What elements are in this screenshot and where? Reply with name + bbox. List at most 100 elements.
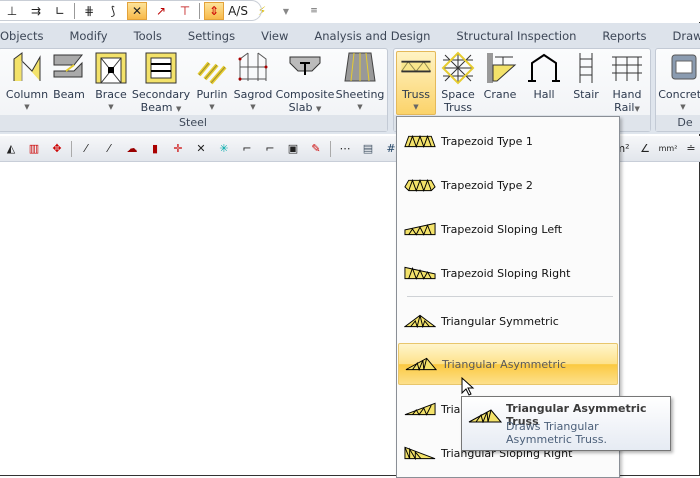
column-section-icon[interactable]: ▥ (25, 140, 43, 158)
menu-item-label: Trapezoid Sloping Right (441, 266, 571, 280)
quick-access-toolbar: ⊥ ⇉ ∟ ⋕ ⟆ ✕ ↗ ⊤ ⇕ A/S ⚡ ▼ ≡ (0, 0, 700, 22)
chevron-down-icon: ▼ (634, 105, 640, 113)
trapezoid-type1-icon (404, 134, 436, 148)
cloud-icon[interactable]: ☁ (123, 140, 141, 158)
concrete-group-label: De (656, 115, 700, 131)
purlin-button[interactable]: Purlin ▼ (193, 51, 231, 114)
menu-item-label: Triangular Symmetric (441, 314, 559, 328)
hall-button[interactable]: Hall (526, 51, 562, 101)
corner-icon[interactable]: ∟ (50, 2, 70, 20)
as-icon[interactable]: A/S (228, 2, 248, 20)
mm2-icon[interactable]: mm² (659, 140, 678, 158)
sagrod-button[interactable]: Sagrod ▼ (233, 51, 273, 114)
chevron-down-icon: ▼ (413, 103, 419, 111)
line-icon[interactable]: ≐ (682, 140, 700, 158)
grid-lock-icon[interactable]: ⋕ (79, 2, 99, 20)
tab-objects[interactable]: Objects (0, 29, 56, 43)
lightning-icon[interactable]: ⚡ (252, 2, 272, 20)
tab-structural-inspection[interactable]: Structural Inspection (443, 29, 589, 43)
ribbon-tabs: Objects Modify Tools Settings View Analy… (0, 23, 700, 48)
concrete-group: Concrete▼ De (655, 48, 700, 132)
dropdown-icon[interactable]: ▼ (276, 2, 296, 20)
stair-button[interactable]: Stair (568, 51, 604, 101)
tab-settings[interactable]: Settings (175, 29, 248, 43)
composite-slab-icon (289, 56, 321, 75)
hand-rail-button[interactable]: Hand Rail▼ (608, 51, 646, 116)
pen-icon[interactable]: ✎ (307, 140, 325, 158)
snap-lock-icon[interactable]: ✕ (127, 2, 147, 20)
tab-view[interactable]: View (248, 29, 301, 43)
triangular-symmetric-icon (404, 314, 436, 328)
secondary-beam-button[interactable]: Secondary Beam ▼ (132, 51, 190, 116)
concrete-icon (671, 54, 697, 80)
concrete-button[interactable]: Concrete▼ (658, 51, 700, 114)
extend-line-icon[interactable]: ⁄ (77, 140, 95, 158)
menu-item-trapezoid-type2[interactable]: Trapezoid Type 2 (398, 164, 618, 206)
column-icon (13, 52, 41, 81)
triangular-asymmetric-icon (405, 357, 437, 371)
chevron-down-icon: ▼ (209, 103, 215, 111)
separator (330, 140, 331, 157)
secondary-beam-icon (145, 52, 177, 84)
move-icon[interactable]: ✥ (48, 140, 66, 158)
beam-icon (53, 54, 84, 78)
column-button[interactable]: Column ▼ (5, 51, 49, 114)
book-icon[interactable]: ▤ (359, 140, 377, 158)
truss-button[interactable]: Truss ▼ (396, 51, 436, 115)
point-axis-icon[interactable]: ⊤ (175, 2, 195, 20)
trapezoid-type2-icon (404, 178, 436, 192)
tab-drawing[interactable]: Drawing (660, 29, 700, 43)
tab-modify[interactable]: Modify (56, 29, 120, 43)
frame-icon[interactable]: ▣ (284, 140, 302, 158)
beam-button[interactable]: Beam (51, 51, 87, 101)
dimension-points-icon[interactable]: ⋯ (336, 140, 354, 158)
menu-item-trapezoid-sloping-left[interactable]: Trapezoid Sloping Left (398, 208, 618, 250)
tab-tools[interactable]: Tools (121, 29, 175, 43)
trim-line-icon[interactable]: ⁄ (100, 140, 118, 158)
trapezoid-sloping-left-icon (404, 222, 436, 236)
arrows-icon[interactable]: ⇉ (26, 2, 46, 20)
composite-slab-button[interactable]: Composite Slab ▼ (276, 51, 334, 116)
chevron-down-icon: ▼ (24, 103, 30, 111)
node-lock-icon[interactable]: ⟆ (103, 2, 123, 20)
brace-icon (95, 52, 127, 84)
axis-icon[interactable]: ⊥ (2, 2, 22, 20)
steel-group: Column ▼ Beam Brace ▼ Secondary Beam ▼ Purl… (0, 48, 388, 132)
hall-icon (528, 53, 560, 82)
point-line-icon[interactable]: ↗ (151, 2, 171, 20)
intersect-icon[interactable]: ✛ (169, 140, 187, 158)
crane-button[interactable]: Crane (482, 51, 518, 101)
sheeting-button[interactable]: Sheeting ▼ (335, 51, 385, 114)
mirror-icon[interactable]: ◭ (2, 140, 20, 158)
tooltip: Triangular Asymmetric Truss Draws Triang… (461, 396, 671, 451)
tab-analysis-design[interactable]: Analysis and Design (301, 29, 443, 43)
tab-reports[interactable]: Reports (589, 29, 659, 43)
chevron-down-icon: ▼ (250, 103, 256, 111)
separator (199, 3, 200, 19)
trapezoid-sloping-right-icon (404, 266, 436, 280)
brace-button[interactable]: Brace ▼ (93, 51, 129, 114)
angle-icon[interactable]: ∠ (636, 140, 654, 158)
crane-icon (487, 53, 517, 83)
purlin-icon (197, 61, 227, 85)
cross-icon[interactable]: ✕ (192, 140, 210, 158)
menu-item-trapezoid-sloping-right[interactable]: Trapezoid Sloping Right (398, 252, 618, 294)
truss-icon (401, 60, 431, 73)
steel-group-label: Steel (0, 115, 387, 131)
chamfer-icon[interactable]: ⌐ (261, 140, 279, 158)
level-icon[interactable]: ▮ (146, 140, 164, 158)
dimension-icon[interactable]: ⇕ (204, 2, 224, 20)
space-truss-button[interactable]: Space Truss (440, 51, 476, 114)
fillet-icon[interactable]: ⌐ (238, 140, 256, 158)
chevron-down-icon: ▼ (175, 105, 182, 113)
chevron-down-icon: ▼ (315, 105, 322, 113)
tooltip-description: Draws Triangular Asymmetric Truss. (506, 420, 607, 446)
menu-item-label: Triangular Asymmetric (442, 357, 567, 371)
menu-item-triangular-symmetric[interactable]: Triangular Symmetric (398, 300, 618, 342)
node-icon[interactable]: ✳ (215, 140, 233, 158)
menu-item-trapezoid-type1[interactable]: Trapezoid Type 1 (398, 120, 618, 162)
menu-item-triangular-asymmetric[interactable]: Triangular Asymmetric (398, 343, 618, 385)
customize-icon[interactable]: ≡ (304, 2, 324, 20)
separator (71, 140, 72, 157)
chevron-down-icon: ▼ (680, 103, 686, 111)
